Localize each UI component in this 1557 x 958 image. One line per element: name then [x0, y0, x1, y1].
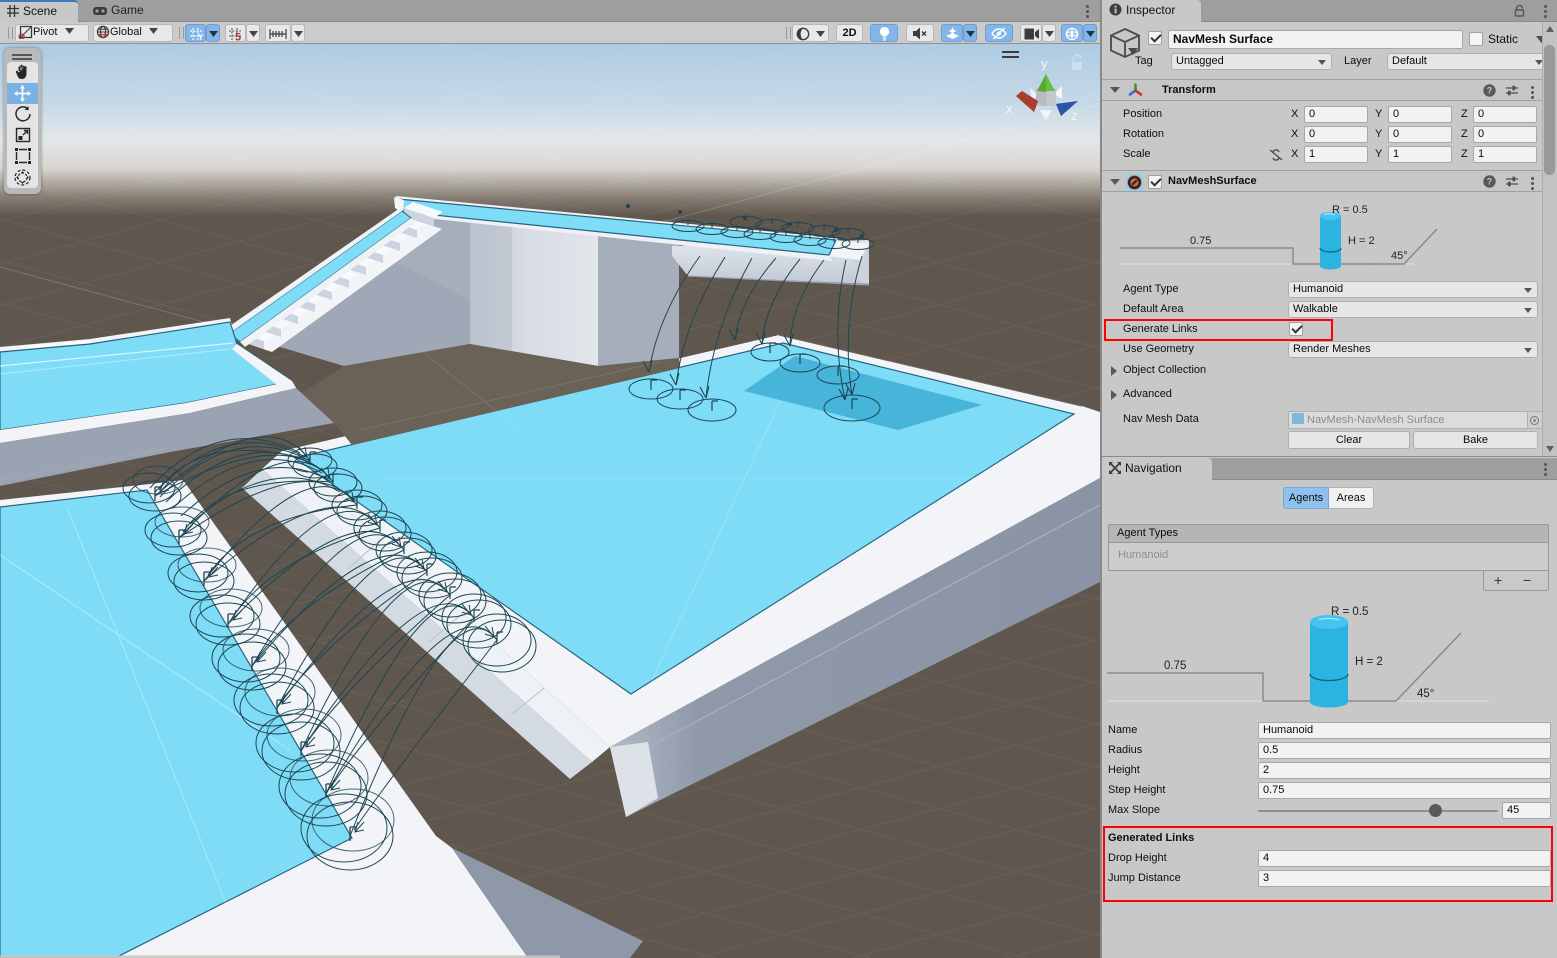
svg-text:z: z: [1071, 108, 1078, 123]
svg-text:Y: Y: [198, 33, 203, 41]
svg-text:?: ?: [1487, 177, 1493, 187]
svg-text:H = 2: H = 2: [1348, 235, 1375, 247]
svg-text:y: y: [1041, 56, 1048, 71]
svg-text:x: x: [1006, 101, 1013, 116]
svg-text:5: 5: [235, 32, 241, 42]
svg-text:Persp: Persp: [1031, 141, 1070, 158]
svg-text:0.75: 0.75: [1190, 235, 1211, 247]
svg-text:R = 0.5: R = 0.5: [1332, 204, 1368, 216]
svg-text:45°: 45°: [1417, 688, 1434, 700]
svg-text:?: ?: [1487, 86, 1493, 96]
svg-text:45°: 45°: [1391, 250, 1408, 262]
svg-text:R = 0.5: R = 0.5: [1331, 606, 1368, 618]
svg-text:0.75: 0.75: [1164, 660, 1186, 672]
svg-text:H = 2: H = 2: [1355, 656, 1383, 668]
